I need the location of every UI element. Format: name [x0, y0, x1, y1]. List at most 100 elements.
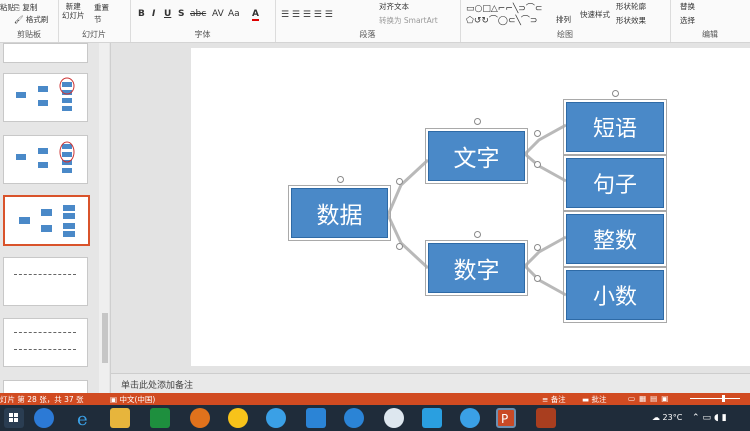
section-button[interactable]: 节 [94, 14, 102, 25]
bold-button[interactable]: B [138, 9, 145, 19]
node-leaf-2[interactable]: 句子 [563, 155, 667, 211]
spacing-button[interactable]: AV [212, 9, 224, 19]
sogou-icon[interactable] [460, 408, 480, 428]
app-icon[interactable] [190, 408, 210, 428]
strike-button[interactable]: abc [190, 9, 206, 19]
tray-icons[interactable]: ⌃▭◖▮ [692, 413, 730, 423]
zoom-slider[interactable] [690, 398, 740, 399]
rotate-handle[interactable] [474, 118, 481, 125]
language-icon: ▣ [110, 395, 118, 404]
slide-canvas[interactable]: 数据 文字 数字 短语 句子 整数 小数 [191, 48, 750, 366]
comments-toggle[interactable]: ▬ 批注 [582, 394, 606, 405]
shape-effects-button[interactable]: 形状效果 [616, 15, 646, 26]
quick-styles-button[interactable]: 快速样式 [580, 9, 610, 20]
connector-handle[interactable] [534, 275, 541, 282]
arrange-button[interactable]: 排列 [556, 14, 571, 25]
copy-label: 复制 [22, 3, 38, 12]
slide-thumbnail[interactable] [3, 257, 88, 306]
align-text-button[interactable]: 对齐文本 [379, 1, 409, 12]
shapes-gallery-row2[interactable]: ⬠↺↻⌒◯⊂╲⌒⊃ [466, 13, 537, 26]
language-label: 中文(中国) [119, 395, 156, 404]
notes-label: 备注 [550, 395, 566, 404]
font-group: B I U S abc AV Aa A 字体 [130, 0, 276, 42]
slides-group-label: 幻灯片 [82, 30, 106, 39]
case-button[interactable]: Aa [228, 9, 240, 19]
underline-button[interactable]: U [164, 9, 171, 19]
notes-pane[interactable]: 单击此处添加备注 [111, 373, 750, 394]
connector-lines [386, 123, 567, 297]
node-leaf-3[interactable]: 整数 [563, 211, 667, 267]
slide-thumbnail[interactable] [3, 73, 88, 122]
slide-thumbnail[interactable] [3, 318, 88, 367]
shape-outline-button[interactable]: 形状轮廓 [616, 1, 646, 12]
drawing-group: ▭○□△⌐⌐╲⊃⌒⊂ ⬠↺↻⌒◯⊂╲⌒⊃ 排列 快速样式 形状轮廓 形状效果 绘… [460, 0, 671, 42]
rotate-handle[interactable] [612, 90, 619, 97]
slide-thumbnail[interactable] [3, 135, 88, 184]
weather-temp: 23°C [662, 413, 683, 422]
connector-handle[interactable] [534, 130, 541, 137]
thumbnail-text-line [14, 332, 76, 333]
node-mid-top[interactable]: 文字 [425, 128, 528, 184]
copy-button[interactable]: ⎘ 复制 [14, 2, 37, 13]
ribbon: 粘贴 ⎘ 复制 🖌 格式刷 剪贴板 新建 幻灯片 重置 节 幻灯片 B I U … [0, 0, 750, 43]
app-icon[interactable] [344, 408, 364, 428]
comment-icon: ▬ [582, 395, 590, 404]
paste-button[interactable]: 粘贴 [0, 2, 15, 13]
clipboard-group: 粘贴 ⎘ 复制 🖌 格式刷 剪贴板 [0, 0, 59, 42]
thumbnail-text-line [14, 349, 76, 350]
language-indicator[interactable]: ▣ 中文(中国) [110, 394, 155, 405]
app-icon[interactable] [536, 408, 556, 428]
store-icon[interactable] [150, 408, 170, 428]
slide-thumbnail[interactable] [3, 43, 88, 63]
file-explorer-icon[interactable] [110, 408, 130, 428]
ie-icon[interactable]: e [74, 408, 94, 430]
reset-button[interactable]: 重置 [94, 2, 109, 13]
slide-editing-area: 数据 文字 数字 短语 句子 整数 小数 [111, 43, 750, 373]
node-root[interactable]: 数据 [288, 185, 391, 241]
search-icon[interactable] [34, 408, 54, 428]
new-slide-button[interactable]: 新建 幻灯片 [62, 2, 85, 20]
app-icon[interactable] [422, 408, 442, 428]
zoom-slider-thumb[interactable] [722, 395, 725, 402]
powerpoint-icon[interactable]: P [496, 408, 516, 428]
editing-group-label: 编辑 [702, 30, 718, 39]
convert-smartart-button[interactable]: 转换为 SmartArt [379, 15, 438, 26]
align-icons[interactable]: ☰ ☰ ☰ ☰ ☰ [281, 10, 333, 20]
notes-toggle[interactable]: ≡ 备注 [542, 394, 566, 405]
thumbnail-scrollbar-thumb[interactable] [102, 313, 108, 363]
font-group-label: 字体 [194, 30, 211, 39]
replace-button[interactable]: 替换 [680, 1, 695, 12]
connector-handle[interactable] [396, 243, 403, 250]
taskbar: e P ☁ 23°C ⌃▭◖▮ [0, 405, 750, 431]
slides-group: 新建 幻灯片 重置 节 幻灯片 [58, 0, 131, 42]
slide-thumbnail-selected[interactable] [3, 195, 90, 246]
qq-icon[interactable] [228, 408, 248, 428]
format-painter-button[interactable]: 🖌 格式刷 [14, 14, 48, 25]
comments-label: 批注 [591, 395, 607, 404]
start-icon[interactable] [4, 408, 24, 428]
italic-button[interactable]: I [152, 9, 155, 19]
select-button[interactable]: 选择 [680, 15, 695, 26]
font-color-button[interactable]: A [252, 9, 259, 21]
rotate-handle[interactable] [337, 176, 344, 183]
weather-indicator[interactable]: ☁ 23°C [652, 413, 682, 422]
feather-icon[interactable] [306, 408, 326, 428]
view-buttons[interactable]: ▭▦▤▣ [628, 394, 672, 403]
node-leaf-4[interactable]: 小数 [563, 267, 667, 323]
copy-icon: ⎘ [14, 3, 20, 12]
node-leaf-1[interactable]: 短语 [563, 99, 667, 155]
connector-handle[interactable] [396, 178, 403, 185]
node-mid-bottom[interactable]: 数字 [425, 240, 528, 296]
thumbnail-text-line [14, 274, 76, 275]
thumbnail-diagram [16, 141, 75, 173]
editing-group: 替换 选择 编辑 [670, 0, 750, 42]
connector-handle[interactable] [534, 244, 541, 251]
paragraph-group-label: 段落 [359, 30, 376, 39]
rotate-handle[interactable] [474, 231, 481, 238]
shadow-button[interactable]: S [178, 9, 184, 19]
connector-handle[interactable] [534, 161, 541, 168]
thumbnail-diagram [16, 77, 75, 111]
slide-thumbnail-pane [0, 43, 111, 395]
app-icon[interactable] [266, 408, 286, 428]
browser-icon[interactable] [384, 408, 404, 428]
